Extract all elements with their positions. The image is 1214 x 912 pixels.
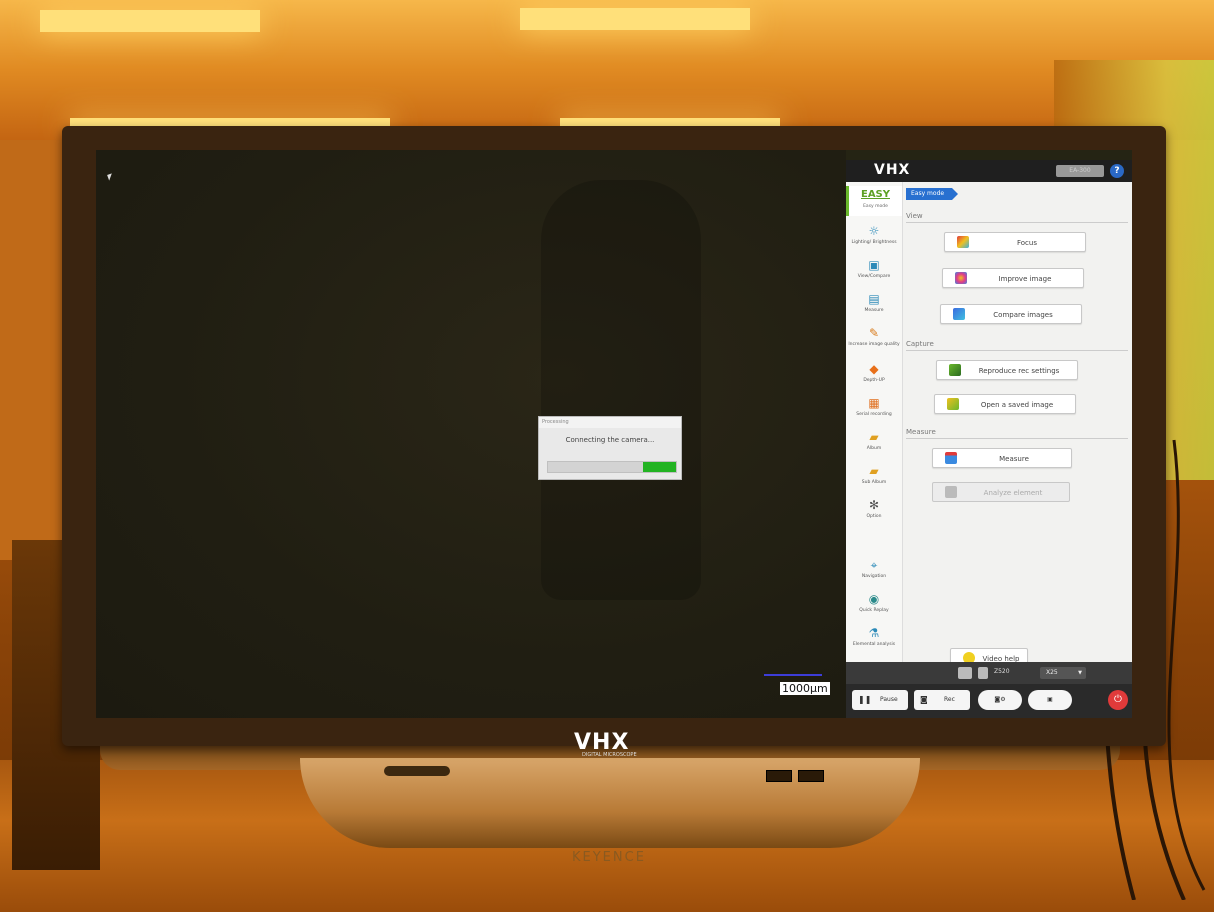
section-measure: Measure [906,428,1128,439]
ceiling [0,0,1214,140]
easy-mode-subtitle: Easy mode [863,204,888,209]
sidebar-item-album[interactable]: ▰ Album [846,430,902,451]
compare-images-button[interactable]: Compare images [940,304,1082,324]
vhx-logo: VHX [874,162,911,178]
rec-button[interactable]: ◙ Rec [914,690,970,710]
sidebar-item-navigation[interactable]: ⌖ Navigation [846,558,902,579]
gear-icon: ✻ [868,498,880,512]
z-axis-icon [978,667,988,679]
palette-icon [955,272,967,284]
usb-port[interactable] [798,770,824,782]
sidebar-item-option[interactable]: ✻ Option [846,498,902,519]
printer-icon: ▣ [1047,696,1053,703]
easy-mode-tab[interactable]: EASY Easy mode [846,186,902,216]
help-button[interactable]: ? [1110,164,1124,178]
folder-icon: ▰ [869,430,879,444]
sub-folder-icon: ▰ [869,464,879,478]
easy-mode-title: EASY [860,189,890,200]
camera-settings-icon: ◙⚙ [994,696,1006,703]
sidebar: EASY Easy mode ☼ Lighting/ Brightness ▣ … [846,182,903,662]
compare-images-icon [953,308,965,320]
sidebar-item-quick-replay[interactable]: ◉ Quick Replay [846,592,902,613]
ceiling-light [40,10,260,32]
open-image-icon [947,398,959,410]
section-view: View [906,212,1128,223]
analyze-icon [945,486,957,498]
power-icon: ⏻ [1114,694,1122,705]
analyze-element-button[interactable]: Analyze element [932,482,1070,502]
left-wall [0,140,64,560]
camera-icon: ◙ [920,695,928,704]
open-saved-image-button[interactable]: Open a saved image [934,394,1076,414]
sidebar-item-increase-quality[interactable]: ✎ Increase image quality [846,326,902,347]
measure-icon [945,452,957,464]
sidebar-item-depth-up[interactable]: ◆ Depth-UP [846,362,902,383]
control-bar: ❚❚ Pause ◙ Rec ◙⚙ ▣ ⏻ [846,684,1132,718]
sidebar-item-lighting[interactable]: ☼ Lighting/ Brightness [846,224,902,245]
sidebar-item-elemental-analysis[interactable]: ⚗ Elemental analysis [846,626,902,647]
pause-icon: ❚❚ [858,695,872,704]
sidebar-item-sub-album[interactable]: ▰ Sub Album [846,464,902,485]
wand-icon: ✎ [868,326,880,340]
progress-bar [547,461,677,473]
power-button[interactable]: ⏻ [1108,690,1128,710]
ceiling-light [520,8,750,30]
grid-icon: ▦ [868,396,880,410]
stage-icon[interactable] [958,667,972,679]
reflection [541,180,701,600]
dialog-title: Processing [539,417,681,428]
chevron-down-icon: ▼ [1078,670,1082,676]
bulb-icon: ☼ [868,224,880,238]
sidebar-item-serial-recording[interactable]: ▦ Serial recording [846,396,902,417]
progress-fill [642,462,676,472]
zoom-select[interactable]: X25 ▼ [1040,667,1086,679]
screen: Processing Connecting the camera... 1000… [96,150,1132,718]
model-badge[interactable]: EA-300 [1056,165,1104,177]
z-value: Z520 [994,668,1010,675]
sidebar-item-view-compare[interactable]: ▣ View/Compare [846,258,902,279]
pause-button[interactable]: ❚❚ Pause [852,690,908,710]
scale-label: 1000μm [780,682,830,695]
brand-label: KEYENCE [572,850,646,865]
focus-icon [957,236,969,248]
improve-image-button[interactable]: Improve image [942,268,1084,288]
usb-port[interactable] [766,770,792,782]
scale-bar [764,674,822,676]
replay-icon: ◉ [868,592,880,606]
panel-topbar: VHX EA-300 ? [846,160,1132,182]
ruler-icon: ▤ [868,292,880,306]
status-bar: Z520 X25 ▼ [846,662,1132,684]
sidebar-item-measure[interactable]: ▤ Measure [846,292,902,313]
speaker-grille [384,766,450,776]
camera-settings-icon [949,364,961,376]
focus-button[interactable]: Focus [944,232,1086,252]
section-capture: Capture [906,340,1128,351]
control-panel: VHX EA-300 ? EASY Easy mode ☼ Lighting/ … [846,160,1132,718]
navigation-icon: ⌖ [870,558,878,572]
print-button[interactable]: ▣ [1028,690,1072,710]
camera-settings-button[interactable]: ◙⚙ [978,690,1022,710]
breadcrumb[interactable]: Easy mode [906,188,959,200]
depth-icon: ◆ [869,362,879,376]
live-image-viewport[interactable]: Processing Connecting the camera... 1000… [96,150,846,718]
measure-button[interactable]: Measure [932,448,1072,468]
processing-dialog: Processing Connecting the camera... [538,416,682,480]
reproduce-rec-settings-button[interactable]: Reproduce rec settings [936,360,1078,380]
flask-icon: ⚗ [868,626,880,640]
compare-icon: ▣ [868,258,880,272]
dialog-message: Connecting the camera... [565,436,655,444]
monitor-sublogo: DIGITAL MICROSCOPE [582,752,637,758]
mouse-cursor-icon [107,173,114,181]
